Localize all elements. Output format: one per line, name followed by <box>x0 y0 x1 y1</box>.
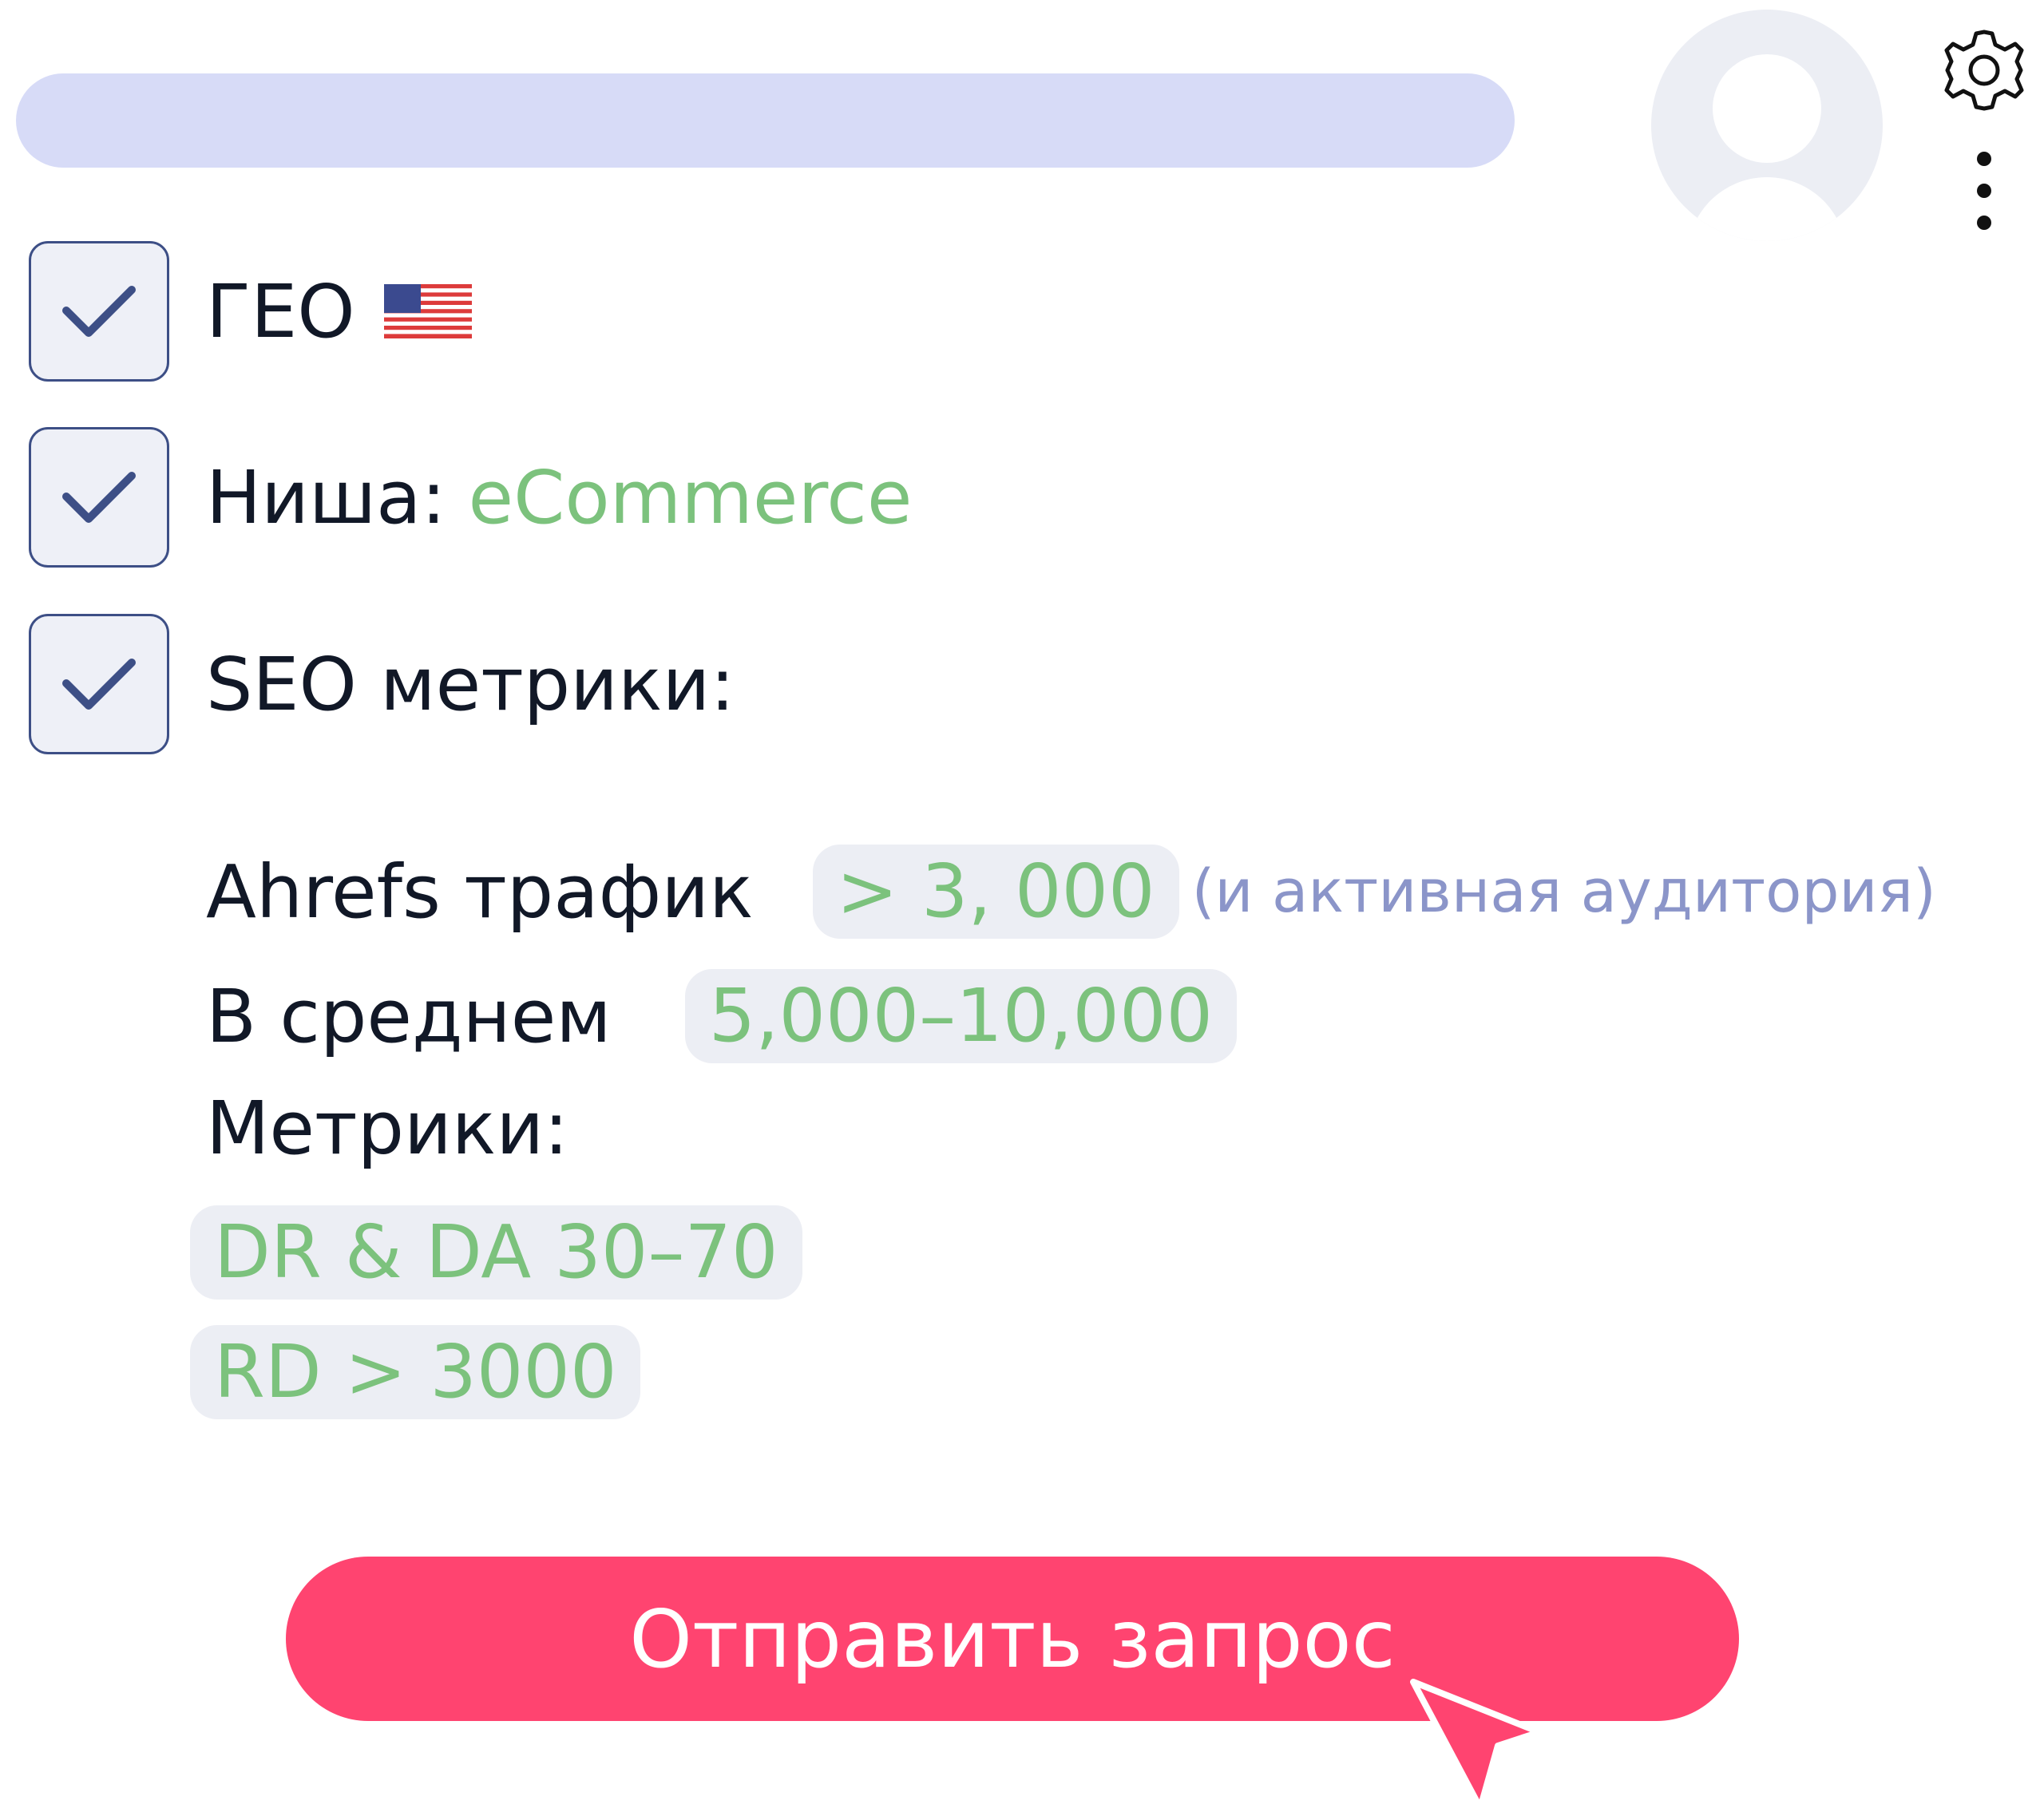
dr-da-value: DR & DA 30–70 <box>190 1205 802 1300</box>
niche-checkbox[interactable] <box>29 427 169 568</box>
checkmark-icon <box>62 659 136 710</box>
kebab-dot <box>1977 152 1991 166</box>
gear-icon[interactable] <box>1936 22 2032 118</box>
cursor-pointer-icon <box>1410 1679 1543 1811</box>
ahrefs-value: > 3, 000 <box>812 845 1179 939</box>
avatar-head-shape <box>1713 54 1821 163</box>
dr-da-row: DR & DA 30–70 <box>190 1205 802 1300</box>
seo-checkbox[interactable] <box>29 614 169 754</box>
average-row: В среднем 5,000–10,000 <box>206 969 1238 1063</box>
checkmark-icon <box>62 286 136 337</box>
avatar[interactable] <box>1651 10 1883 241</box>
more-vertical-icon[interactable] <box>1972 152 1996 231</box>
ahrefs-row: Ahrefs трафик > 3, 000 (и активная аудит… <box>206 845 1936 939</box>
us-flag-icon <box>383 284 472 338</box>
geo-checkbox[interactable] <box>29 241 169 382</box>
seo-row: SEO метрики: <box>29 612 735 756</box>
average-label: В среднем <box>206 973 612 1059</box>
rd-value: RD > 3000 <box>190 1325 641 1419</box>
metrics-heading-row: Метрики: <box>206 1086 568 1171</box>
geo-label-wrap: ГЕО <box>206 269 472 354</box>
seo-label: SEO метрики: <box>206 641 735 727</box>
rd-row: RD > 3000 <box>190 1325 641 1419</box>
checkmark-icon <box>62 472 136 523</box>
niche-value: eCommerce <box>468 454 913 540</box>
search-bar[interactable] <box>16 73 1515 168</box>
average-value: 5,000–10,000 <box>684 969 1238 1063</box>
niche-label: Ниша: <box>206 454 446 540</box>
kebab-dot <box>1977 184 1991 198</box>
niche-row: Ниша: eCommerce <box>29 425 912 569</box>
seo-label-wrap: SEO метрики: <box>206 642 735 727</box>
niche-label-wrap: Ниша: eCommerce <box>206 455 912 540</box>
ahrefs-label: Ahrefs трафик <box>206 849 754 935</box>
geo-label: ГЕО <box>206 268 355 354</box>
ahrefs-note: (и активная аудитория) <box>1191 857 1936 926</box>
kebab-dot <box>1977 216 1991 230</box>
avatar-body-shape <box>1687 177 1847 241</box>
geo-row: ГЕО <box>29 239 472 383</box>
metrics-label: Метрики: <box>206 1086 569 1171</box>
